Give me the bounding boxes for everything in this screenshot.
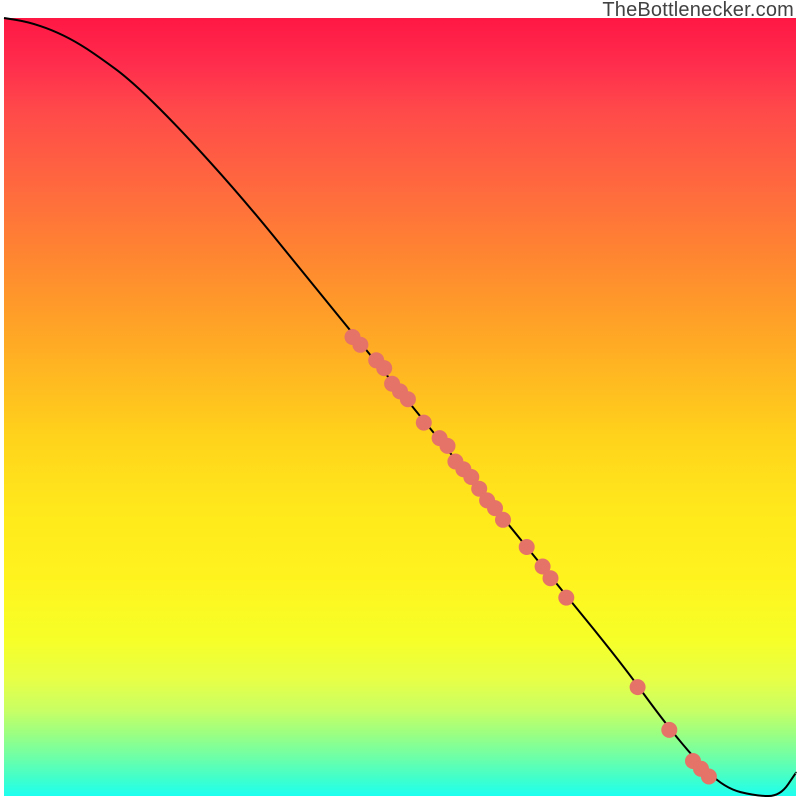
chart-container: TheBottlenecker.com [0,0,800,800]
attribution-text: TheBottlenecker.com [602,0,794,22]
chart-plot-area [4,18,796,796]
